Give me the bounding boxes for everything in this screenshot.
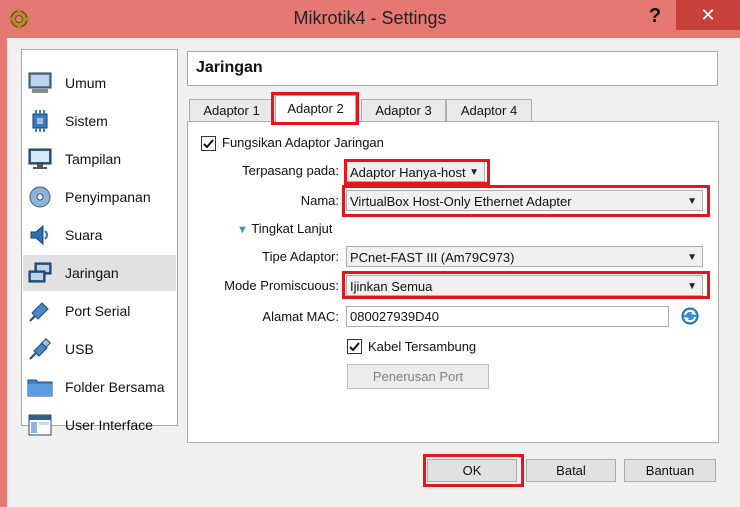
mac-address-label: Alamat MAC: xyxy=(262,309,339,324)
highlight-ok-button xyxy=(423,454,524,487)
highlight-promiscuous-mode xyxy=(342,271,710,299)
sidebar-item-label: Tampilan xyxy=(65,151,122,167)
enable-adapter-checkbox[interactable] xyxy=(201,136,216,151)
window-title: Mikrotik4 - Settings xyxy=(293,8,447,28)
sidebar-item-label: User Interface xyxy=(65,417,153,433)
adapter-type-label: Tipe Adaptor: xyxy=(262,249,339,264)
close-button[interactable]: ✕ xyxy=(676,0,740,30)
settings-sidebar: Umum Sistem Tampilan Penyimpanan Suara J… xyxy=(21,49,178,436)
adapter-type-select[interactable]: PCnet-FAST III (Am79C973) ▼ xyxy=(346,246,703,267)
sidebar-item-umum[interactable]: Umum xyxy=(23,65,176,101)
sidebar-item-user-interface[interactable]: User Interface xyxy=(23,407,176,443)
attached-to-label: Terpasang pada: xyxy=(242,163,339,178)
title-bar: Mikrotik4 - Settings ? ✕ xyxy=(0,0,740,38)
sidebar-item-label: Sistem xyxy=(65,113,108,129)
page-title: Jaringan xyxy=(196,59,263,76)
advanced-expander[interactable]: ▼ Tingkat Lanjut xyxy=(237,221,332,236)
sidebar-item-label: USB xyxy=(65,341,94,357)
cable-connected-checkbox[interactable] xyxy=(347,339,362,354)
help-icon[interactable]: ? xyxy=(640,2,670,30)
highlight-attached-to xyxy=(344,159,490,185)
mac-address-input[interactable]: 080027939D40 xyxy=(346,306,669,327)
adapter-name-label: Nama: xyxy=(300,193,339,208)
dialog-client-area: Umum Sistem Tampilan Penyimpanan Suara J… xyxy=(7,38,740,507)
enable-adapter-label: Fungsikan Adaptor Jaringan xyxy=(222,135,384,150)
shared-folder-icon xyxy=(27,374,53,400)
dropdown-arrow-icon: ▼ xyxy=(687,252,697,263)
audio-icon xyxy=(27,222,53,248)
sidebar-item-usb[interactable]: USB xyxy=(23,331,176,367)
highlight-tab-adaptor-2 xyxy=(271,92,359,125)
cable-connected-label: Kabel Tersambung xyxy=(368,339,477,354)
tab-adaptor-4[interactable]: Adaptor 4 xyxy=(446,99,532,122)
network-icon xyxy=(27,260,53,286)
sidebar-item-label: Folder Bersama xyxy=(65,379,165,395)
tab-adaptor-1[interactable]: Adaptor 1 xyxy=(189,99,274,122)
system-icon xyxy=(27,108,53,134)
sidebar-item-tampilan[interactable]: Tampilan xyxy=(23,141,176,177)
sidebar-item-penyimpanan[interactable]: Penyimpanan xyxy=(23,179,176,215)
highlight-adapter-name xyxy=(342,185,710,217)
sidebar-item-suara[interactable]: Suara xyxy=(23,217,176,253)
refresh-mac-icon[interactable] xyxy=(680,306,700,326)
sidebar-item-folder-bersama[interactable]: Folder Bersama xyxy=(23,369,176,405)
display-icon xyxy=(27,146,53,172)
help-button[interactable]: Bantuan xyxy=(624,459,716,482)
cancel-button[interactable]: Batal xyxy=(526,459,616,482)
section-header: Jaringan xyxy=(187,51,718,86)
adapter-type-value: PCnet-FAST III (Am79C973) xyxy=(350,250,515,265)
sidebar-item-label: Suara xyxy=(65,227,103,243)
promiscuous-mode-label: Mode Promiscuous: xyxy=(224,278,339,293)
checkmark-icon xyxy=(349,342,360,352)
usb-icon xyxy=(27,336,53,362)
tab-adaptor-3[interactable]: Adaptor 3 xyxy=(361,99,446,122)
serial-port-icon xyxy=(27,298,53,324)
storage-icon xyxy=(27,184,53,210)
sidebar-item-label: Umum xyxy=(65,75,107,91)
expand-triangle-icon: ▼ xyxy=(237,224,248,236)
advanced-label: Tingkat Lanjut xyxy=(251,221,333,236)
sidebar-item-jaringan[interactable]: Jaringan xyxy=(23,255,176,291)
general-icon xyxy=(27,70,53,96)
settings-window: Mikrotik4 - Settings ? ✕ Umum Sistem Tam… xyxy=(0,0,740,507)
sidebar-item-port-serial[interactable]: Port Serial xyxy=(23,293,176,329)
port-forwarding-button[interactable]: Penerusan Port xyxy=(347,364,489,389)
checkmark-icon xyxy=(203,139,214,149)
sidebar-item-sistem[interactable]: Sistem xyxy=(23,103,176,139)
user-interface-icon xyxy=(27,412,53,438)
sidebar-item-label: Jaringan xyxy=(65,265,119,281)
sidebar-item-label: Port Serial xyxy=(65,303,131,319)
sidebar-item-label: Penyimpanan xyxy=(65,189,151,205)
